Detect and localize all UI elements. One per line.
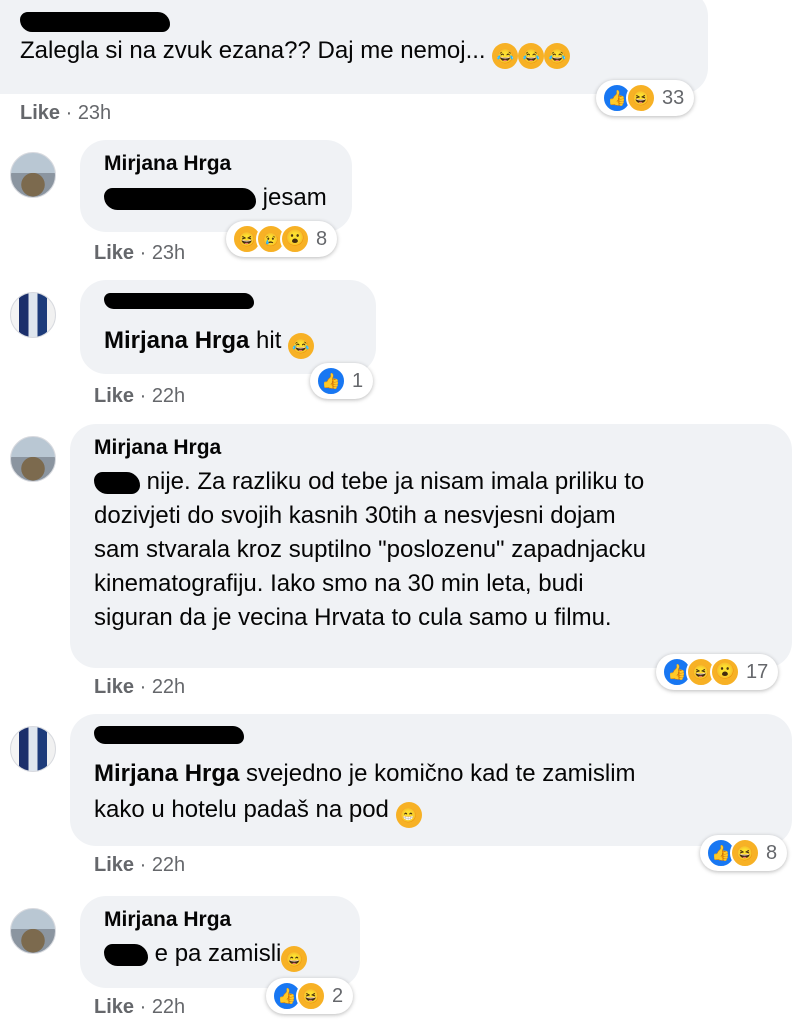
comment-text-line: nije. Za razliku od tebe ja nisam imala … [146, 468, 645, 495]
comment-meta: Like · 23h [20, 102, 112, 124]
laughing-emoji: 😂 [544, 43, 571, 69]
redacted-author [20, 4, 688, 34]
reaction-summary[interactable]: 👍 😆 8 [700, 835, 788, 871]
comment-meta: Like · 22h [94, 385, 186, 407]
comment-text: hit [256, 327, 282, 354]
reaction-count: 33 [662, 86, 685, 109]
redacted-text [94, 471, 140, 494]
comment-meta: Like · 22h [94, 676, 186, 698]
redacted-author [104, 292, 352, 320]
reaction-summary[interactable]: 👍 😆 😮 17 [656, 654, 779, 690]
like-icon: 👍 [316, 366, 346, 396]
haha-icon: 😆 [296, 981, 326, 1011]
timestamp[interactable]: 23h [78, 102, 111, 124]
comment-bubble: Mirjana Hrga jesam [80, 140, 352, 232]
comment-text: e pa zamisli [154, 940, 282, 967]
like-link[interactable]: Like [94, 676, 134, 698]
comment-text-line: svejedno je komično kad te zamislim [246, 760, 636, 787]
comment-bubble: Mirjana Hrga nije. Za razliku od tebe ja… [70, 424, 792, 668]
grinning-emoji: 😁 [395, 802, 422, 828]
comment-meta: Like · 22h [94, 854, 186, 876]
avatar[interactable] [10, 292, 56, 338]
redacted-text [104, 187, 256, 210]
laughing-emoji: 😂 [492, 43, 519, 69]
redacted-author [94, 726, 768, 754]
comment-text-line: dozivjeti do svojih kasnih 30tih a nesvj… [94, 502, 616, 529]
comment-text-line: sam stvarala kroz suptilno "poslozenu" z… [94, 536, 646, 563]
reaction-count: 2 [332, 984, 344, 1007]
mention-link[interactable]: Mirjana Hrga [94, 760, 239, 787]
timestamp[interactable]: 22h [152, 996, 185, 1018]
like-link[interactable]: Like [94, 242, 134, 264]
comment-text: Zalegla si na zvuk ezana?? Daj me nemoj.… [20, 37, 486, 64]
haha-icon: 😆 [626, 83, 656, 113]
redacted-text [104, 943, 148, 966]
comment-bubble: Mirjana Hrga hit 😂 [80, 280, 376, 374]
reaction-count: 8 [766, 841, 778, 864]
comment-bubble: Mirjana Hrga svejedno je komično kad te … [70, 714, 792, 846]
avatar[interactable] [10, 436, 56, 482]
avatar[interactable] [10, 908, 56, 954]
comment-author[interactable]: Mirjana Hrga [104, 908, 336, 932]
smiling-emoji: 😄 [281, 946, 308, 972]
reaction-summary[interactable]: 😆 😢 😮 8 [226, 221, 338, 257]
reaction-summary[interactable]: 👍 😆 33 [596, 80, 695, 116]
comment-meta: Like · 22h [94, 996, 186, 1018]
comment-text-line: kinematografiju. Iako smo na 30 min leta… [94, 570, 584, 597]
reaction-summary[interactable]: 👍 1 [310, 363, 374, 399]
reaction-count: 1 [352, 369, 364, 392]
like-link[interactable]: Like [20, 102, 60, 124]
comment-text-line: siguran da je vecina Hrvata to cula samo… [94, 604, 612, 631]
comment-bubble: Zalegla si na zvuk ezana?? Daj me nemoj.… [0, 0, 708, 94]
comment-text-line: kako u hotelu padaš na pod [94, 796, 389, 823]
like-link[interactable]: Like [94, 854, 134, 876]
wow-icon: 😮 [710, 657, 740, 687]
timestamp[interactable]: 22h [152, 676, 185, 698]
wow-icon: 😮 [280, 224, 310, 254]
reaction-count: 17 [746, 660, 769, 683]
avatar[interactable] [10, 152, 56, 198]
like-link[interactable]: Like [94, 996, 134, 1018]
reaction-summary[interactable]: 👍 😆 2 [266, 978, 354, 1014]
comment-meta: Like · 23h [94, 242, 186, 264]
mention-link[interactable]: Mirjana Hrga [104, 327, 249, 354]
avatar[interactable] [10, 726, 56, 772]
laughing-emoji: 😂 [518, 43, 545, 69]
comment-text: jesam [262, 184, 327, 211]
haha-icon: 😆 [730, 838, 760, 868]
reaction-count: 8 [316, 227, 328, 250]
comment-bubble: Mirjana Hrga e pa zamisli 😄 [80, 896, 360, 988]
comment-author[interactable]: Mirjana Hrga [104, 152, 328, 176]
laughing-emoji: 😂 [288, 333, 315, 359]
like-link[interactable]: Like [94, 385, 134, 407]
timestamp[interactable]: 22h [152, 854, 185, 876]
timestamp[interactable]: 22h [152, 385, 185, 407]
timestamp[interactable]: 23h [152, 242, 185, 264]
comment-author[interactable]: Mirjana Hrga [94, 436, 768, 460]
